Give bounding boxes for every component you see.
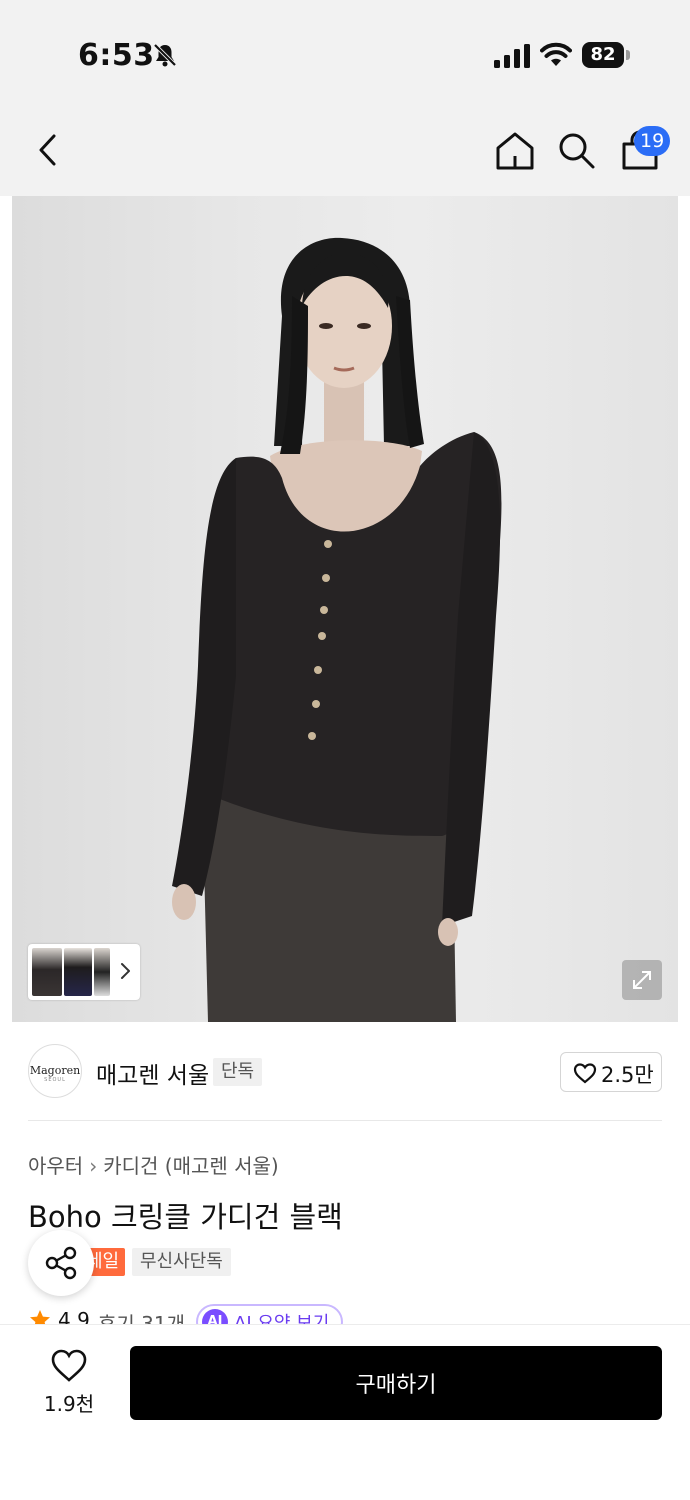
model-illustration [172, 237, 502, 1022]
wishlist-count: 1.9천 [43, 1392, 95, 1416]
section-divider [28, 1120, 662, 1121]
battery-icon: 82 [582, 42, 630, 68]
brand-logo-text: Magoren [29, 1064, 81, 1077]
product-title: Boho 크링클 가디건 블랙 [28, 1200, 343, 1234]
chevron-right-icon[interactable] [118, 960, 132, 982]
exclusive-badge: 단독 [213, 1058, 263, 1086]
brand-logo[interactable]: Magoren SEOUL [28, 1044, 82, 1098]
battery-level: 82 [582, 42, 624, 68]
battery-cap [626, 50, 630, 60]
search-icon[interactable] [556, 130, 596, 170]
chevron-right-icon: › [89, 1154, 98, 1178]
cart-count-badge[interactable]: 19 [634, 126, 671, 156]
signal-icon [494, 44, 530, 68]
thumbnail-3[interactable] [94, 948, 110, 996]
expand-photo-button[interactable] [622, 960, 662, 1000]
product-photo[interactable] [12, 196, 678, 1022]
thumbnail-2[interactable] [64, 948, 92, 996]
heart-icon [573, 1063, 597, 1084]
thumbnail-1[interactable] [32, 948, 62, 996]
home-icon[interactable] [494, 130, 536, 172]
musinsa-exclusive-tag: 무신사단독 [132, 1248, 231, 1276]
thumbnail-strip[interactable] [28, 944, 140, 1000]
brand-name[interactable]: 매고렌 서울 [96, 1056, 209, 1090]
back-icon[interactable] [30, 130, 66, 170]
heart-icon[interactable] [50, 1348, 88, 1384]
bell-slash-icon [153, 43, 177, 67]
expand-icon [633, 971, 651, 989]
share-button[interactable] [28, 1230, 94, 1296]
status-bar: 6:53 82 [0, 0, 690, 100]
brand-like-button[interactable]: 2.5만 [560, 1052, 662, 1092]
buy-button[interactable]: 구매하기 [130, 1346, 662, 1420]
wifi-icon [540, 42, 572, 66]
breadcrumb-category[interactable]: 아우터 [28, 1154, 83, 1178]
brand-logo-subtext: SEOUL [44, 1077, 66, 1083]
share-icon [45, 1246, 77, 1280]
brand-like-count: 2.5만 [601, 1063, 654, 1087]
breadcrumb-subcategory[interactable]: 카디건 (매고렌 서울) [103, 1154, 279, 1178]
status-time: 6:53 [78, 38, 155, 73]
breadcrumb: 아우터 › 카디건 (매고렌 서울) [28, 1150, 279, 1179]
